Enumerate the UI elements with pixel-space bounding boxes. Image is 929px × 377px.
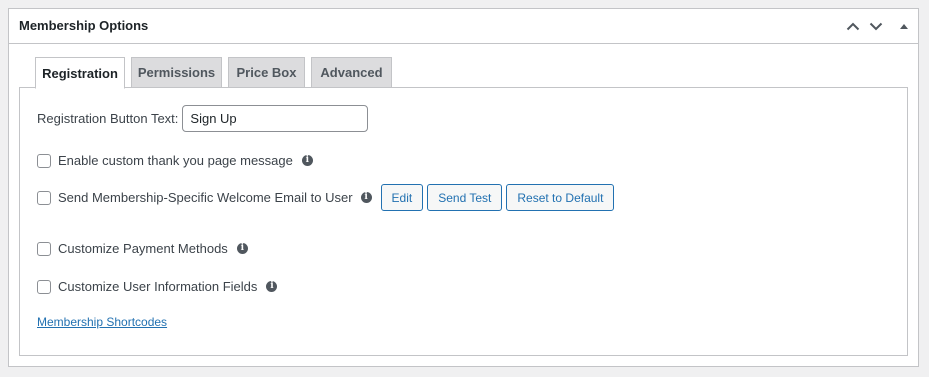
info-icon: i [236,243,248,254]
move-down-button[interactable] [867,17,885,35]
payment-methods-label: Customize Payment Methods [58,241,228,256]
tab-permissions[interactable]: Permissions [131,57,222,88]
button-text-row: Registration Button Text: [37,105,369,132]
panel-header: Membership Options [9,9,918,44]
user-fields-checkbox[interactable] [37,279,51,294]
button-text-label: Registration Button Text: [37,111,179,126]
move-up-button[interactable] [844,17,862,35]
info-icon: i [360,192,372,203]
chevron-down-icon [869,22,883,30]
edit-email-button[interactable]: Edit [380,184,424,211]
thank-you-message-checkbox[interactable] [37,153,51,168]
user-fields-label: Customize User Information Fields [58,279,258,294]
option-row-welcome-email: Send Membership-Specific Welcome Email t… [37,184,615,211]
info-icon: i [266,281,278,292]
button-text-input[interactable] [182,105,369,132]
send-test-button[interactable]: Send Test [427,184,503,211]
welcome-email-label: Send Membership-Specific Welcome Email t… [58,190,353,205]
option-row-user-fields: Customize User Information Fields i [37,279,278,294]
welcome-email-checkbox[interactable] [37,190,51,205]
tab-price-box[interactable]: Price Box [228,57,305,88]
thank-you-message-label: Enable custom thank you page message [58,153,293,168]
chevron-up-icon [846,22,860,30]
tab-advanced[interactable]: Advanced [311,57,392,88]
membership-shortcodes-link[interactable]: Membership Shortcodes [37,315,167,329]
reset-to-default-button[interactable]: Reset to Default [506,184,615,211]
option-row-thank-you: Enable custom thank you page message i [37,153,313,168]
info-icon: i [301,155,313,166]
panel-title: Membership Options [19,18,149,33]
toggle-panel-button[interactable] [895,17,913,35]
payment-methods-checkbox[interactable] [37,241,51,256]
tab-registration[interactable]: Registration [35,57,125,89]
triangle-up-icon [900,23,908,29]
registration-tab-content: Registration Button Text: Enable custom … [19,87,908,356]
membership-options-panel: Membership Options Registration Permissi… [8,8,919,367]
option-row-payment-methods: Customize Payment Methods i [37,241,248,256]
